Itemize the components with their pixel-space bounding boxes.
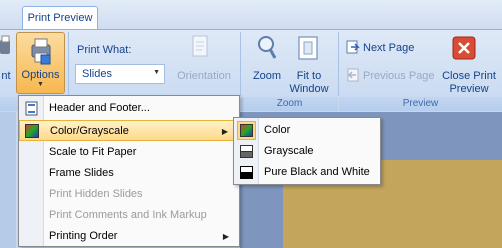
options-icon xyxy=(29,37,53,68)
next-page-button[interactable]: Next Page xyxy=(363,42,414,55)
menu-item-label: Scale to Fit Paper xyxy=(49,146,137,158)
menu-item-print-hidden-slides[interactable]: Print Hidden Slides xyxy=(19,184,239,205)
menu-item-printing-order[interactable]: Printing Order ▶ xyxy=(19,226,239,247)
group-label-preview: Preview xyxy=(339,97,502,111)
menu-item-frame-slides[interactable]: Frame Slides xyxy=(19,163,239,184)
menu-item-label: Color/Grayscale xyxy=(50,125,129,137)
previous-page-button[interactable]: Previous Page xyxy=(363,70,435,83)
orientation-icon xyxy=(190,34,212,63)
zoom-icon xyxy=(256,34,278,65)
print-what-value: Slides xyxy=(82,68,112,80)
menu-item-label: Header and Footer... xyxy=(49,102,150,114)
menu-item-label: Frame Slides xyxy=(49,167,114,179)
fit-to-window-button[interactable]: Fit to Window xyxy=(286,70,332,96)
group-separator xyxy=(68,32,69,96)
menu-item-label: Print Comments and Ink Markup xyxy=(49,209,207,221)
menu-item-label: Printing Order xyxy=(49,230,118,242)
menu-item-label: Print Hidden Slides xyxy=(49,188,143,200)
submenu-item-color[interactable]: Color xyxy=(234,120,380,141)
menu-item-print-comments[interactable]: Print Comments and Ink Markup xyxy=(19,205,239,226)
submenu-item-label: Grayscale xyxy=(264,145,314,157)
submenu-item-label: Pure Black and White xyxy=(264,166,370,178)
tab-print-preview[interactable]: Print Preview xyxy=(22,6,98,30)
options-menu: Header and Footer... Color/Grayscale ▶ S… xyxy=(18,95,240,247)
close-print-preview-button[interactable]: Close Print Preview xyxy=(438,70,500,96)
submenu-arrow-icon: ▶ xyxy=(222,232,229,241)
black-white-icon xyxy=(240,166,253,187)
zoom-button[interactable]: Zoom xyxy=(250,70,284,83)
submenu-item-label: Color xyxy=(264,124,291,136)
previous-page-icon xyxy=(346,68,360,85)
submenu-item-grayscale[interactable]: Grayscale xyxy=(234,141,380,162)
close-icon xyxy=(452,36,476,63)
chevron-down-icon: ▼ xyxy=(153,69,160,76)
color-grayscale-submenu: Color Grayscale Pure Black and White xyxy=(233,117,381,185)
next-page-icon xyxy=(346,40,360,57)
submenu-arrow-icon: ▶ xyxy=(221,127,228,136)
print-what-select[interactable]: Slides ▼ xyxy=(75,64,165,84)
print-what-label: Print What: xyxy=(77,44,132,56)
group-separator xyxy=(338,32,339,96)
group-label-zoom: Zoom xyxy=(241,97,338,111)
group-separator xyxy=(240,32,241,96)
menu-item-color-grayscale[interactable]: Color/Grayscale ▶ xyxy=(19,120,239,141)
orientation-button[interactable]: Orientation xyxy=(172,70,236,83)
menu-item-scale-to-fit[interactable]: Scale to Fit Paper xyxy=(19,142,239,163)
menu-item-header-footer[interactable]: Header and Footer... xyxy=(19,98,239,119)
left-panel xyxy=(0,112,16,248)
print-icon[interactable] xyxy=(0,34,12,60)
print-button-label[interactable]: nt xyxy=(0,70,12,83)
fit-to-window-icon xyxy=(296,34,320,65)
options-button[interactable]: Options ▼ xyxy=(16,32,65,94)
submenu-item-pure-black-white[interactable]: Pure Black and White xyxy=(234,162,380,183)
chevron-down-icon: ▼ xyxy=(37,81,44,88)
